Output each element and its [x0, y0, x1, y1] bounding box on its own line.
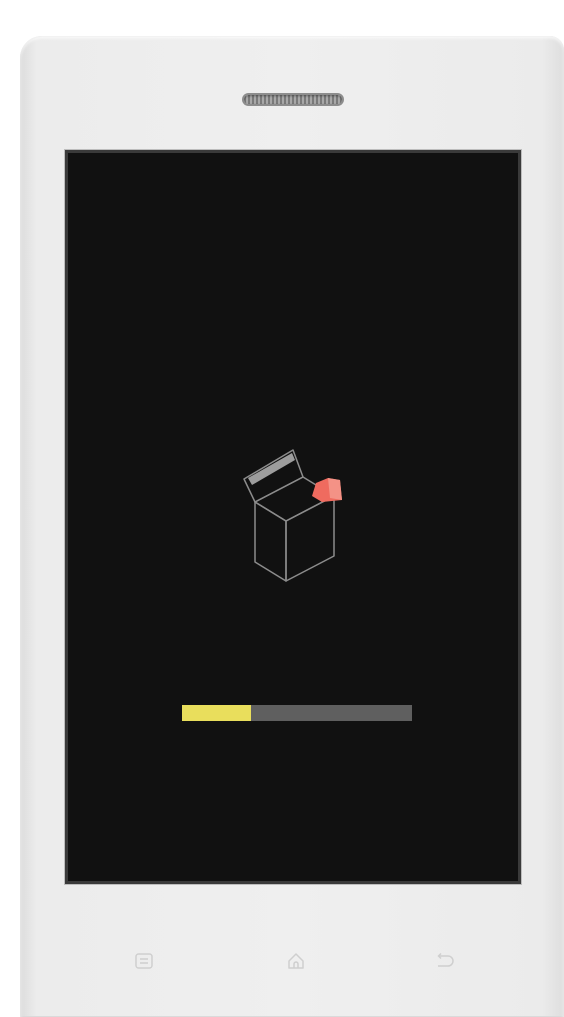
- menu-key[interactable]: [131, 948, 157, 974]
- back-key[interactable]: [432, 948, 458, 974]
- speaker-grille: [244, 95, 342, 104]
- boot-progress-fill: [182, 705, 251, 721]
- phone-screen: [68, 153, 518, 881]
- home-key[interactable]: [283, 948, 309, 974]
- phone-frame: [20, 36, 564, 1017]
- home-icon: [288, 953, 304, 969]
- boot-progress-bar: [182, 705, 412, 721]
- open-box-icon: [243, 449, 342, 582]
- stage: [0, 0, 564, 1017]
- menu-icon: [135, 953, 153, 969]
- hardware-key-bar: [20, 936, 564, 984]
- back-icon: [437, 952, 454, 967]
